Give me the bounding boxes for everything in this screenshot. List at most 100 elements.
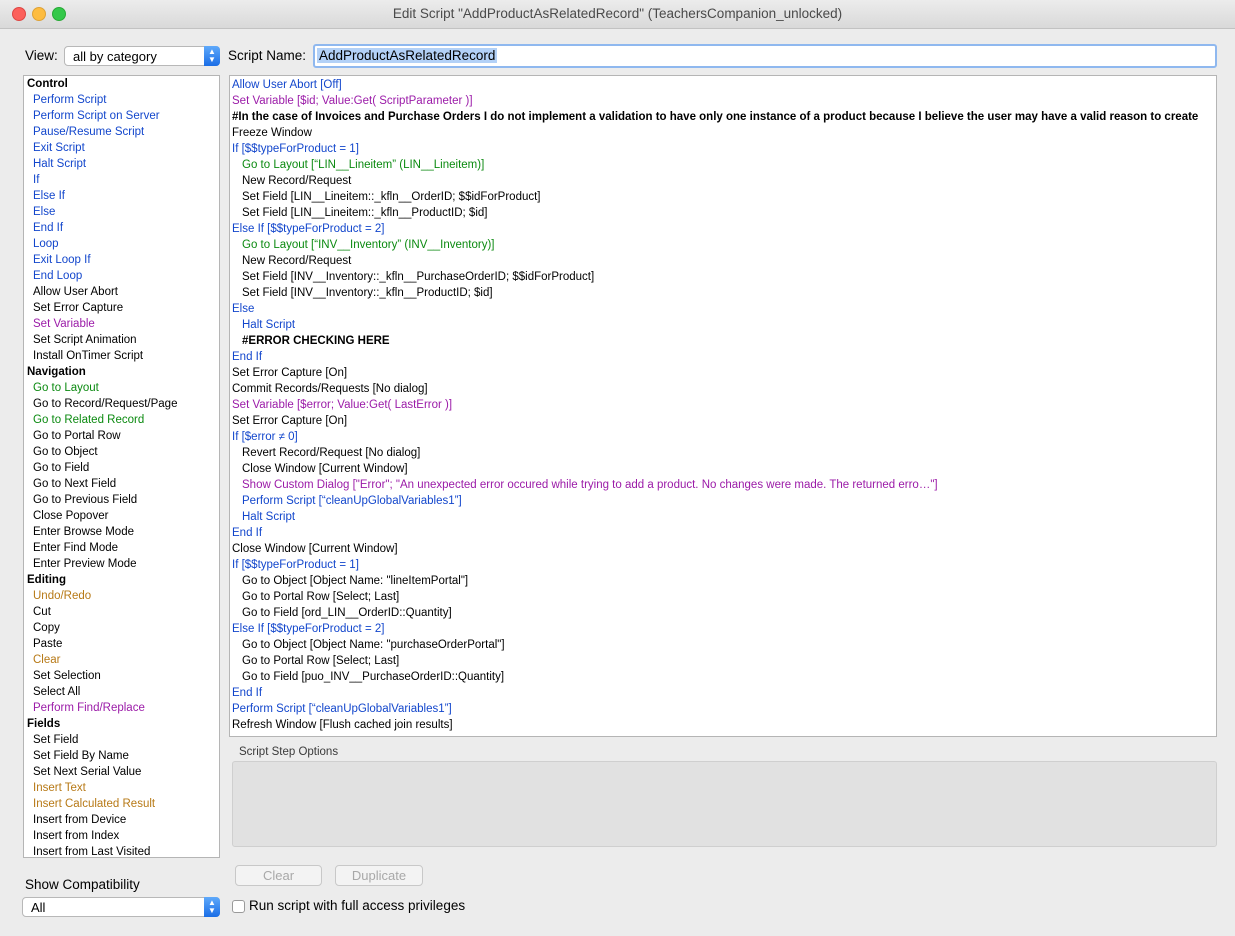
script-line[interactable]: If [$$typeForProduct = 1] <box>230 141 1216 157</box>
script-line[interactable]: Halt Script <box>230 317 1216 333</box>
step-category: Editing <box>27 574 66 586</box>
step-item[interactable]: Halt Script <box>24 156 219 172</box>
step-item[interactable]: Go to Object <box>24 444 219 460</box>
script-line[interactable]: Set Field [INV__Inventory::_kfln__Produc… <box>230 285 1216 301</box>
step-item[interactable]: If <box>24 172 219 188</box>
full-access-label: Run script with full access privileges <box>249 898 466 913</box>
step-item[interactable]: Enter Preview Mode <box>24 556 219 572</box>
script-line[interactable]: Go to Object [Object Name: "purchaseOrde… <box>230 637 1216 653</box>
script-line[interactable]: Show Custom Dialog ["Error"; "An unexpec… <box>230 477 1216 493</box>
step-item[interactable]: Clear <box>24 652 219 668</box>
script-line[interactable]: Halt Script <box>230 509 1216 525</box>
step-item[interactable]: Else If <box>24 188 219 204</box>
script-line[interactable]: Go to Portal Row [Select; Last] <box>230 589 1216 605</box>
step-item[interactable]: Insert Text <box>24 780 219 796</box>
step-item[interactable]: Enter Browse Mode <box>24 524 219 540</box>
script-line[interactable]: Go to Field [puo_INV__PurchaseOrderID::Q… <box>230 669 1216 685</box>
step-item[interactable]: Install OnTimer Script <box>24 348 219 364</box>
script-line[interactable]: New Record/Request <box>230 253 1216 269</box>
step-item[interactable]: Go to Record/Request/Page <box>24 396 219 412</box>
script-line[interactable]: Set Field [INV__Inventory::_kfln__Purcha… <box>230 269 1216 285</box>
script-line[interactable]: Revert Record/Request [No dialog] <box>230 445 1216 461</box>
step-item[interactable]: Undo/Redo <box>24 588 219 604</box>
step-item[interactable]: Allow User Abort <box>24 284 219 300</box>
step-item[interactable]: Pause/Resume Script <box>24 124 219 140</box>
step-item[interactable]: Insert from Device <box>24 812 219 828</box>
step-item[interactable]: Loop <box>24 236 219 252</box>
step-item[interactable]: Set Next Serial Value <box>24 764 219 780</box>
step-item[interactable]: End Loop <box>24 268 219 284</box>
step-item[interactable]: Go to Field <box>24 460 219 476</box>
full-access-checkbox[interactable] <box>232 900 245 913</box>
step-item[interactable]: Set Field <box>24 732 219 748</box>
step-item[interactable]: Go to Previous Field <box>24 492 219 508</box>
step-item[interactable]: Set Script Animation <box>24 332 219 348</box>
step-item[interactable]: Enter Find Mode <box>24 540 219 556</box>
script-line[interactable]: Set Error Capture [On] <box>230 365 1216 381</box>
script-editor[interactable]: Allow User Abort [Off] Set Variable [$id;… <box>229 75 1217 737</box>
step-item[interactable]: Set Field By Name <box>24 748 219 764</box>
step-item[interactable]: Perform Script on Server <box>24 108 219 124</box>
script-line[interactable]: If [$error ≠ 0] <box>230 429 1216 445</box>
step-item[interactable]: Go to Layout <box>24 380 219 396</box>
step-item[interactable]: Paste <box>24 636 219 652</box>
script-line[interactable]: Set Field [LIN__Lineitem::_kfln__Product… <box>230 205 1216 221</box>
script-line[interactable]: Go to Layout [“LIN__Lineitem” (LIN__Line… <box>230 157 1216 173</box>
script-line[interactable]: Go to Field [ord_LIN__OrderID::Quantity] <box>230 605 1216 621</box>
step-item[interactable]: Select All <box>24 684 219 700</box>
script-line[interactable]: Close Window [Current Window] <box>230 541 1216 557</box>
step-item[interactable]: Exit Script <box>24 140 219 156</box>
script-line[interactable]: Set Field [LIN__Lineitem::_kfln__OrderID… <box>230 189 1216 205</box>
step-item[interactable]: Set Error Capture <box>24 300 219 316</box>
view-select[interactable]: all by category ▲ ▼ <box>64 46 220 66</box>
script-line[interactable]: End If <box>230 349 1216 365</box>
step-item[interactable]: Exit Loop If <box>24 252 219 268</box>
script-line[interactable]: Perform Script [“cleanUpGlobalVariables1… <box>230 493 1216 509</box>
step-category: Fields <box>27 718 61 730</box>
script-line[interactable]: Else If [$$typeForProduct = 2] <box>230 221 1216 237</box>
step-item[interactable]: End If <box>24 220 219 236</box>
script-line[interactable]: Commit Records/Requests [No dialog] <box>230 381 1216 397</box>
step-item[interactable]: Copy <box>24 620 219 636</box>
script-line[interactable]: Close Window [Current Window] <box>230 461 1216 477</box>
step-item[interactable]: Else <box>24 204 219 220</box>
step-item[interactable]: Go to Related Record <box>24 412 219 428</box>
script-line[interactable]: Set Error Capture [On] <box>230 413 1216 429</box>
duplicate-button[interactable]: Duplicate <box>335 865 423 886</box>
script-line[interactable]: New Record/Request <box>230 173 1216 189</box>
script-line[interactable]: Freeze Window <box>230 125 1216 141</box>
script-line[interactable]: Go to Object [Object Name: "lineItemPort… <box>230 573 1216 589</box>
script-line[interactable]: #ERROR CHECKING HERE <box>230 333 1216 349</box>
step-item[interactable]: Set Variable <box>24 316 219 332</box>
script-line[interactable]: Set Variable [$error; Value:Get( LastErr… <box>230 397 1216 413</box>
script-line[interactable]: Perform Script [“cleanUpGlobalVariables1… <box>230 701 1216 717</box>
script-line[interactable]: Refresh Window [Flush cached join result… <box>230 717 1216 733</box>
step-item[interactable]: Close Popover <box>24 508 219 524</box>
script-line[interactable]: Else <box>230 301 1216 317</box>
script-steps-list[interactable]: Control Perform Script Perform Script on S… <box>23 75 220 858</box>
clear-button[interactable]: Clear <box>235 865 322 886</box>
script-line[interactable]: End If <box>230 685 1216 701</box>
script-line[interactable]: #In the case of Invoices and Purchase Or… <box>230 109 1216 125</box>
script-line[interactable]: If [$$typeForProduct = 1] <box>230 557 1216 573</box>
step-item[interactable]: Go to Portal Row <box>24 428 219 444</box>
script-line[interactable]: Else If [$$typeForProduct = 2] <box>230 621 1216 637</box>
step-item[interactable]: Cut <box>24 604 219 620</box>
step-item[interactable]: Insert from Last Visited <box>24 844 219 857</box>
step-category: Control <box>27 78 68 90</box>
script-line[interactable]: Allow User Abort [Off] <box>230 77 1216 93</box>
view-select-value: all by category <box>73 49 157 64</box>
script-line[interactable]: Set Variable [$id; Value:Get( ScriptPara… <box>230 93 1216 109</box>
step-item[interactable]: Perform Find/Replace <box>24 700 219 716</box>
script-line[interactable]: Go to Layout [“INV__Inventory” (INV__Inv… <box>230 237 1216 253</box>
step-item[interactable]: Set Selection <box>24 668 219 684</box>
script-name-value: AddProductAsRelatedRecord <box>317 48 498 63</box>
step-item[interactable]: Perform Script <box>24 92 219 108</box>
view-label: View: <box>25 48 58 63</box>
step-item[interactable]: Go to Next Field <box>24 476 219 492</box>
script-line[interactable]: Go to Portal Row [Select; Last] <box>230 653 1216 669</box>
compatibility-select[interactable]: All ▲ ▼ <box>22 897 220 917</box>
step-item[interactable]: Insert Calculated Result <box>24 796 219 812</box>
script-line[interactable]: End If <box>230 525 1216 541</box>
step-item[interactable]: Insert from Index <box>24 828 219 844</box>
